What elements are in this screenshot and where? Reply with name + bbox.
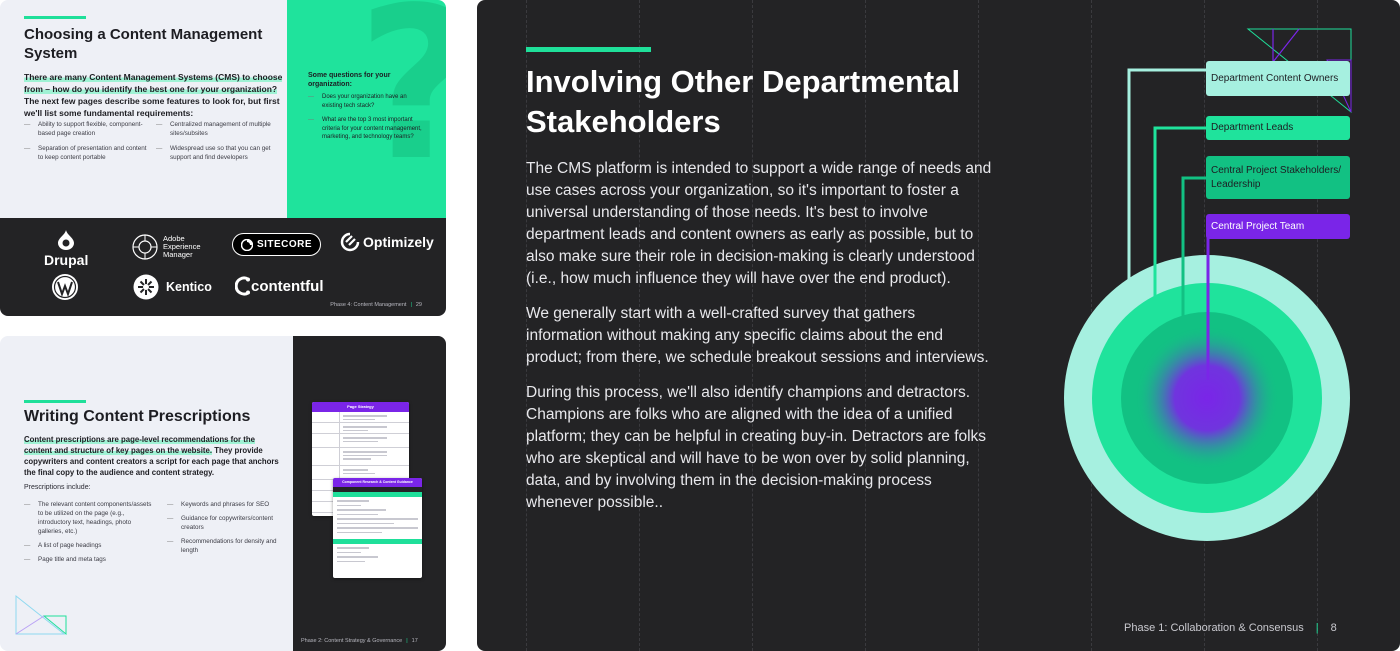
body-paragraph: During this process, we'll also identify… bbox=[526, 384, 987, 511]
question-item: What are the top 3 most important criter… bbox=[308, 116, 428, 142]
contentful-icon bbox=[235, 276, 250, 296]
slide-involving-stakeholders: Involving Other Departmental Stakeholder… bbox=[477, 0, 1400, 651]
questions-title: Some questions for your organization: bbox=[308, 72, 391, 88]
slide-content-prescriptions: Writing Content Prescriptions Content pr… bbox=[0, 336, 446, 651]
slide-title: Writing Content Prescriptions bbox=[24, 408, 251, 425]
slide-choosing-cms: Choosing a Content Management System The… bbox=[0, 0, 446, 316]
kentico-logo: Kentico bbox=[133, 274, 212, 300]
requirement-item: Centralized management of multiple sites… bbox=[156, 120, 284, 138]
slide-title: Choosing a Content Management System bbox=[24, 26, 263, 62]
wordpress-logo bbox=[51, 273, 79, 301]
adobe-experience-manager-logo: Adobe Experience Manager bbox=[132, 234, 201, 260]
cms-logo-band: Drupal Adobe Experience Manager SITECORE bbox=[0, 218, 446, 316]
slide-footer: Phase 2: Content Strategy & Governance | 1… bbox=[301, 638, 418, 644]
slide-title: Involving Other Departmental Stakeholder… bbox=[526, 64, 961, 139]
requirement-item: Separation of presentation and content t… bbox=[24, 144, 152, 162]
prescription-item: The relevant content components/assets t… bbox=[24, 500, 154, 536]
contentful-logo: contentful bbox=[235, 276, 324, 296]
prescriptions-label: Prescriptions include: bbox=[24, 484, 91, 491]
accent-rule bbox=[24, 16, 86, 19]
prescription-item: Keywords and phrases for SEO bbox=[167, 500, 282, 509]
prescriptions-list-left: The relevant content components/assets t… bbox=[24, 500, 154, 564]
document-preview-panel: Page Strategy Component Research & Conte… bbox=[293, 336, 446, 651]
intro-text: There are many Content Management System… bbox=[24, 71, 284, 119]
questions-panel: ? Some questions for your organization: … bbox=[287, 0, 446, 218]
sitecore-logo: SITECORE bbox=[232, 233, 321, 256]
drupal-logo: Drupal bbox=[44, 230, 88, 268]
label-project-stakeholders: Central Project Stakeholders/ Leadership bbox=[1206, 156, 1350, 199]
body-paragraph: The CMS platform is intended to support … bbox=[526, 160, 992, 287]
adobe-aem-icon bbox=[132, 234, 158, 260]
sitecore-swirl-icon bbox=[240, 238, 253, 251]
questions-list: Does your organization have an existing … bbox=[308, 93, 428, 142]
requirements-list: Ability to support flexible, component-b… bbox=[24, 120, 284, 162]
label-central-project-team: Central Project Team bbox=[1206, 214, 1350, 239]
slide-footer: Phase 1: Collaboration & Consensus | 8 bbox=[1124, 622, 1337, 634]
question-item: Does your organization have an existing … bbox=[308, 93, 428, 110]
label-department-content-owners: Department Content Owners bbox=[1206, 61, 1350, 96]
optimizely-logo: Optimizely bbox=[340, 232, 434, 252]
prescription-item: Guidance for copywriters/content creator… bbox=[167, 514, 282, 532]
prescription-item: A list of page headings bbox=[24, 541, 154, 550]
drupal-drop-icon bbox=[58, 230, 75, 250]
slide-footer: Phase 4: Content Management | 29 bbox=[330, 302, 422, 308]
intro-text: Content prescriptions are page-level rec… bbox=[24, 434, 280, 478]
accent-rule bbox=[526, 47, 651, 52]
optimizely-icon bbox=[340, 232, 360, 252]
wordpress-icon bbox=[52, 274, 78, 300]
prescription-item: Recommendations for density and length bbox=[167, 537, 282, 555]
triangle-graphic bbox=[15, 594, 67, 636]
prescriptions-list-right: Keywords and phrases for SEO Guidance fo… bbox=[167, 500, 282, 555]
requirement-item: Ability to support flexible, component-b… bbox=[24, 120, 152, 138]
label-department-leads: Department Leads bbox=[1206, 116, 1350, 140]
intro-highlight: There are many Content Management System… bbox=[24, 72, 283, 94]
requirement-item: Widespread use so that you can get suppo… bbox=[156, 144, 284, 162]
prescription-item: Page title and meta tags bbox=[24, 555, 154, 564]
kentico-icon bbox=[133, 274, 159, 300]
accent-rule bbox=[24, 400, 86, 403]
body-paragraph: We generally start with a well-crafted s… bbox=[526, 305, 989, 366]
intro-rest: The next few pages describe some feature… bbox=[24, 96, 280, 118]
component-guidance-document: Component Research & Content Guidance bbox=[333, 478, 422, 578]
